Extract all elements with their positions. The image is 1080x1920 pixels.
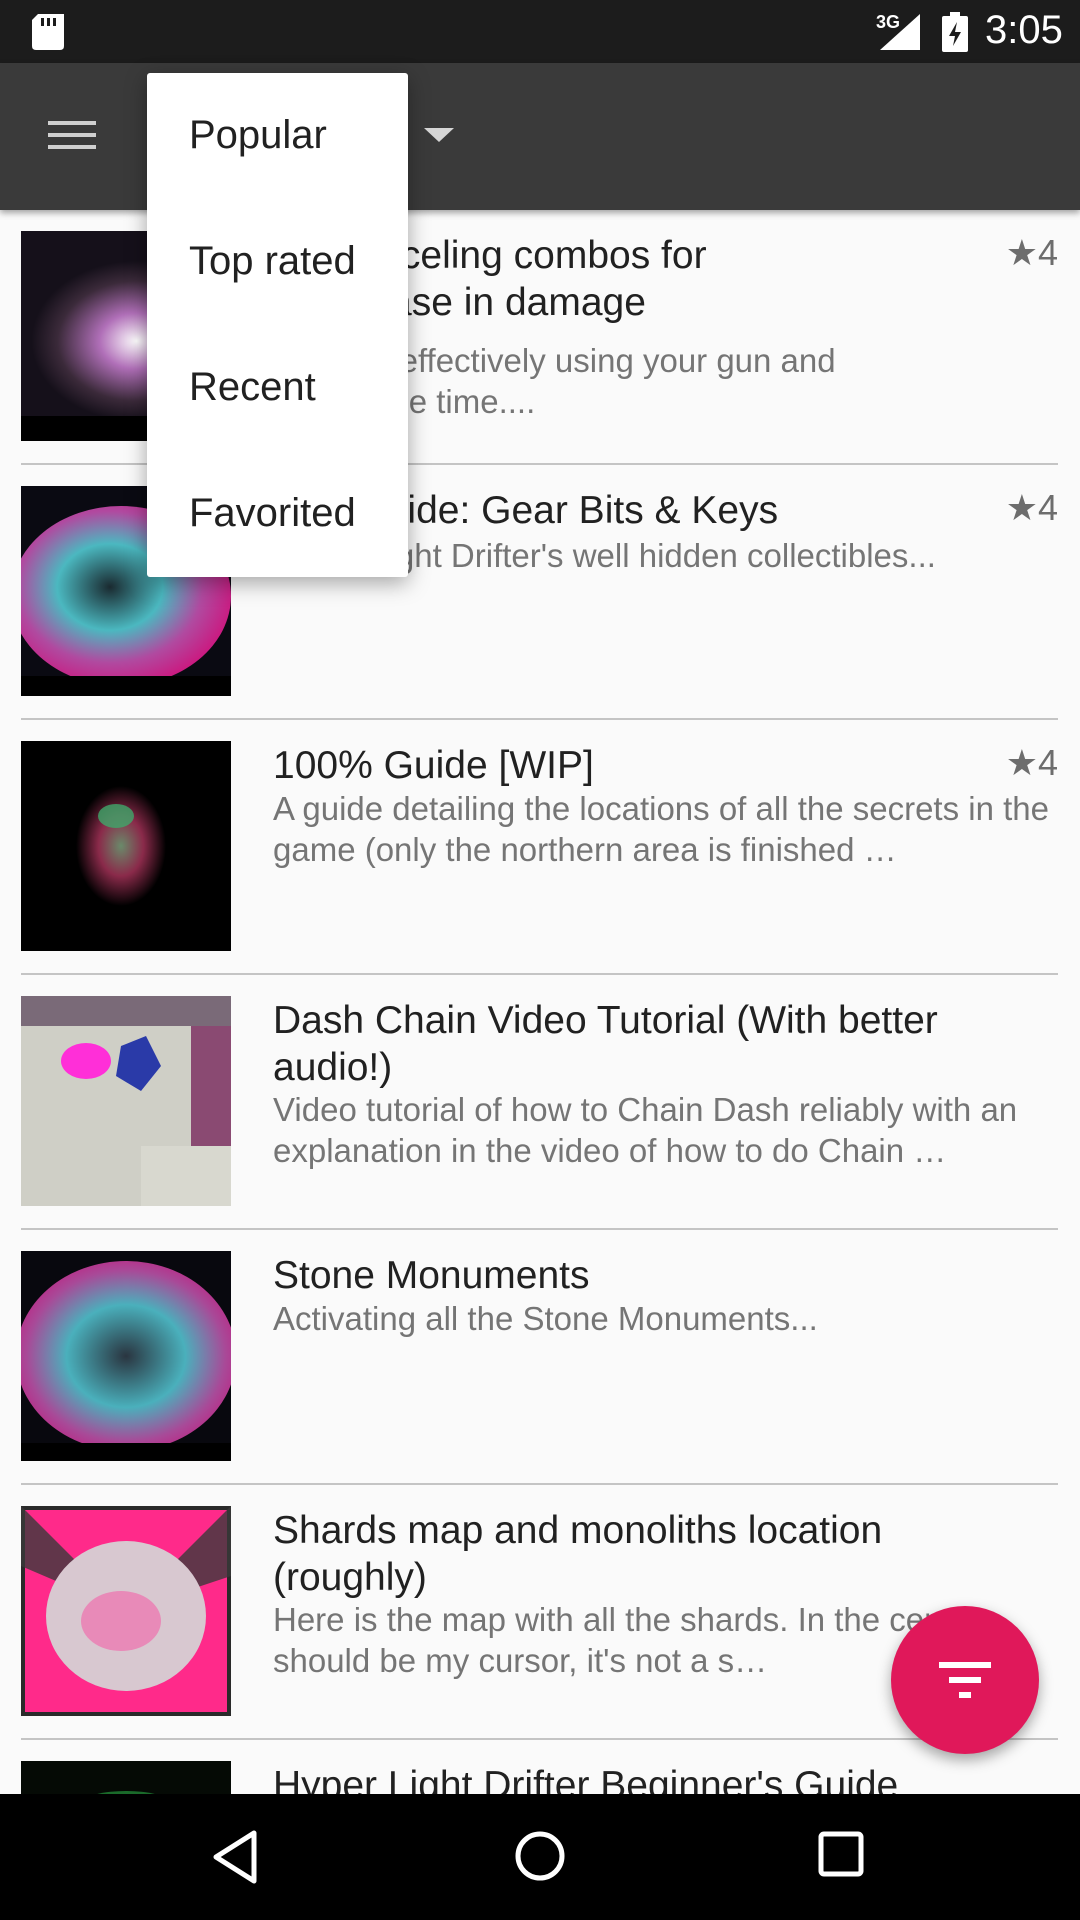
guide-thumbnail [21, 996, 231, 1206]
signal-icon [880, 14, 920, 50]
sort-option-label: Top rated [189, 239, 356, 283]
list-item[interactable]: Hyper Light Drifter Beginner's Guide [0, 1740, 1080, 1794]
guide-title: Hyper Light Drifter Beginner's Guide [273, 1764, 899, 1794]
sort-option-label: Recent [189, 365, 316, 409]
guide-rating: ★4 [1005, 742, 1058, 783]
sort-option-label: Popular [189, 113, 327, 157]
filter-fab-button[interactable] [891, 1606, 1039, 1754]
guide-thumbnail [21, 1251, 231, 1461]
hamburger-menu-icon[interactable] [44, 115, 100, 155]
guide-title: Stone Monuments [273, 1254, 590, 1297]
guide-thumbnail [21, 741, 231, 951]
chevron-down-icon[interactable] [424, 128, 454, 144]
sd-card-icon [32, 14, 64, 50]
status-bar: 3G 3:05 [0, 0, 1080, 63]
filter-icon [939, 1662, 991, 1698]
guide-thumbnail [21, 1506, 231, 1716]
guide-title: Shards map and monoliths location (rough… [273, 1509, 883, 1599]
guide-title: Dash Chain Video Tutorial (With better a… [273, 999, 938, 1089]
sort-option-top-rated[interactable]: Top rated [147, 199, 408, 325]
guide-description: A guide detailing the locations of all t… [273, 790, 1049, 868]
guide-description: Activating all the Stone Monuments... [273, 1300, 818, 1337]
sort-dropdown-menu: Popular Top rated Recent Favorited [147, 73, 408, 577]
guide-rating: ★4 [1005, 487, 1058, 528]
back-icon[interactable] [210, 1829, 260, 1885]
list-item[interactable]: Dash Chain Video Tutorial (With better a… [0, 975, 1080, 1230]
guide-title: 100% Guide [WIP] [273, 744, 594, 787]
sort-option-label: Favorited [189, 491, 356, 535]
guide-rating: ★4 [1005, 232, 1058, 273]
recents-icon[interactable] [816, 1829, 866, 1879]
sort-option-popular[interactable]: Popular [147, 73, 408, 199]
list-item[interactable]: Stone Monuments Activating all the Stone… [0, 1230, 1080, 1485]
guide-thumbnail [21, 1761, 231, 1794]
navigation-bar [0, 1794, 1080, 1920]
guide-description: Video tutorial of how to Chain Dash reli… [273, 1091, 1018, 1169]
sort-option-recent[interactable]: Recent [147, 325, 408, 451]
sort-option-favorited[interactable]: Favorited [147, 451, 408, 577]
battery-charging-icon [942, 12, 968, 52]
list-item[interactable]: 100% Guide [WIP] A guide detailing the l… [0, 720, 1080, 975]
clock: 3:05 [985, 8, 1063, 52]
home-icon[interactable] [513, 1829, 567, 1883]
